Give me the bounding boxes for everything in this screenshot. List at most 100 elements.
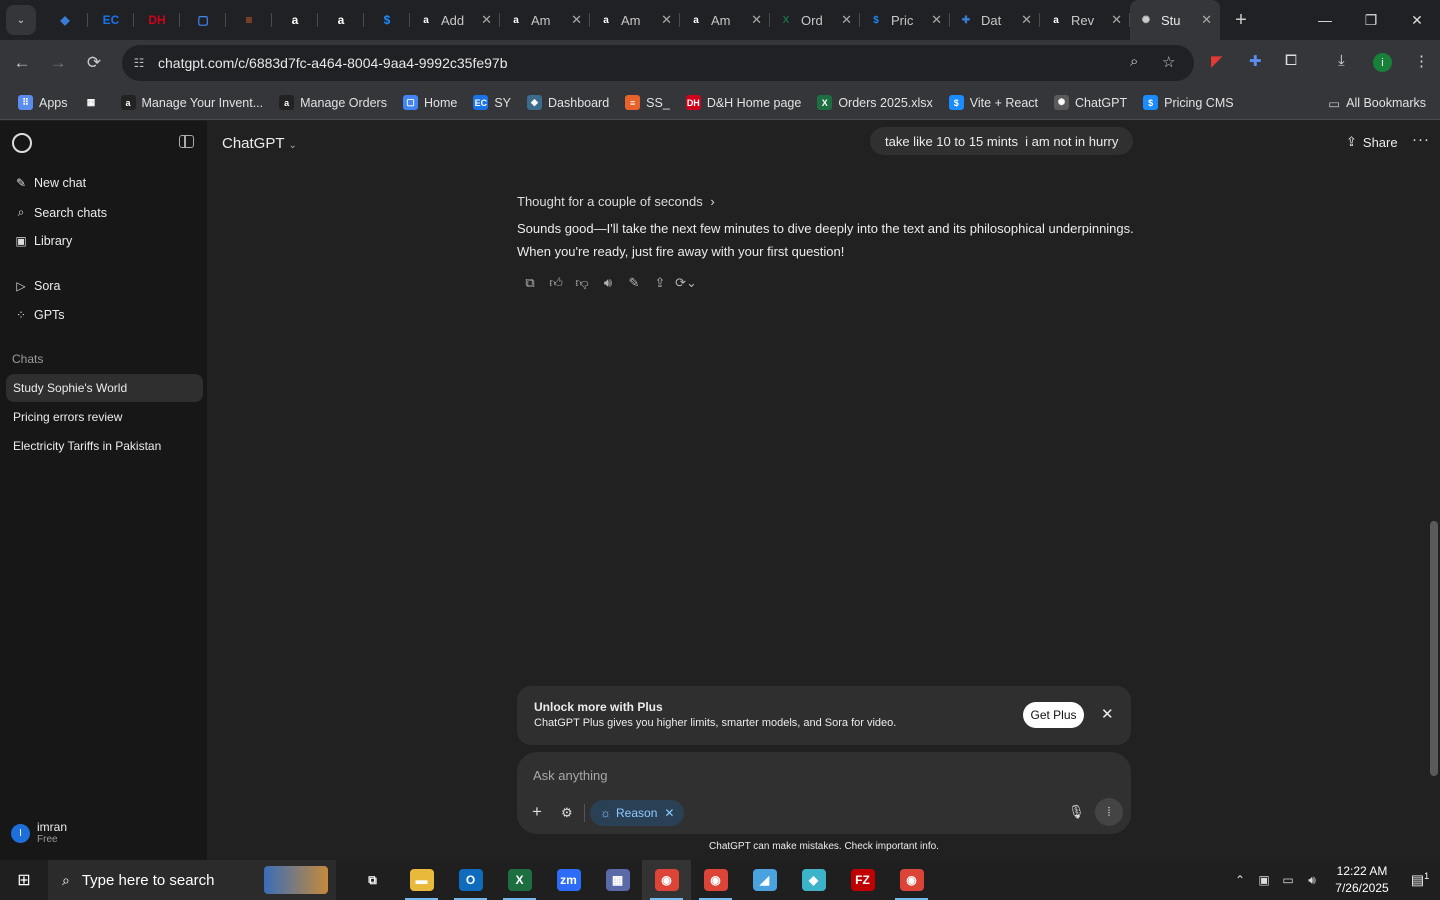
clock[interactable]: 12:22 AM 7/26/2025 (1324, 863, 1400, 897)
url-text[interactable]: chatgpt.com/c/6883d7fc-a464-8004-9aa4-99… (158, 55, 507, 71)
browser-tab[interactable]: $ Pric ✕ (860, 0, 950, 40)
share-button[interactable]: ⇪ Share (1346, 134, 1398, 150)
close-tab-icon[interactable]: ✕ (931, 12, 942, 28)
forward-arrow-icon[interactable]: → (40, 53, 76, 73)
reason-chip[interactable]: ☼ Reason ✕ (590, 800, 685, 826)
browser-tab[interactable]: a Add ✕ (410, 0, 500, 40)
thought-summary[interactable]: Thought for a couple of seconds › (517, 194, 715, 209)
browser-tab[interactable]: ✺ Stu ✕ (1130, 0, 1220, 40)
taskbar-app[interactable]: O (446, 860, 495, 900)
prompt-input[interactable] (533, 764, 1073, 786)
regenerate-icon[interactable]: ⟳⌄ (673, 275, 699, 291)
bookmark-item[interactable]: $ Pricing CMS (1143, 95, 1234, 110)
scrollbar-thumb[interactable] (1430, 521, 1438, 776)
address-bar[interactable]: ☷ chatgpt.com/c/6883d7fc-a464-8004-9aa4-… (122, 45, 1194, 81)
pinned-tab[interactable]: a (272, 0, 318, 40)
attach-plus-icon[interactable]: + (532, 802, 542, 822)
taskbar-app[interactable]: ▦ (593, 860, 642, 900)
browser-tab[interactable]: a Am ✕ (500, 0, 590, 40)
thumbs-up-icon[interactable]: 👍︎ (543, 275, 569, 291)
close-tab-icon[interactable]: ✕ (1021, 12, 1032, 28)
back-arrow-icon[interactable]: ← (4, 53, 40, 73)
profile-avatar[interactable]: i (1373, 53, 1392, 72)
close-icon[interactable]: ✕ (1101, 705, 1114, 723)
taskbar-app[interactable]: ◉ (887, 860, 936, 900)
network-icon[interactable]: ▭ (1276, 873, 1300, 887)
taskbar-app[interactable]: ◢ (740, 860, 789, 900)
tab-search-chevron-icon[interactable]: ⌄ (6, 5, 36, 35)
pinned-tab[interactable]: ▢ (180, 0, 226, 40)
close-tab-icon[interactable]: ✕ (571, 12, 582, 28)
restore-icon[interactable]: ❐ (1348, 0, 1394, 40)
user-menu[interactable]: I imran Free (11, 821, 67, 845)
minimize-icon[interactable]: — (1302, 0, 1348, 40)
taskbar-app[interactable]: ◉ (642, 860, 691, 900)
taskbar-app[interactable]: FZ (838, 860, 887, 900)
bookmark-item[interactable]: ▢ Home (402, 95, 457, 110)
chat-history-item[interactable]: Electricity Tariffs in Pakistan (6, 432, 203, 460)
browser-tab[interactable]: ✚ Dat ✕ (950, 0, 1040, 40)
chat-history-item[interactable]: Study Sophie's World (6, 374, 203, 402)
bookmark-item[interactable]: ⠿ Apps (18, 95, 68, 110)
volume-icon[interactable]: 🔊︎ (1300, 873, 1324, 888)
all-bookmarks[interactable]: ▭ All Bookmarks (1328, 86, 1426, 120)
browser-menu-icon[interactable]: ⋮ (1414, 52, 1429, 70)
read-aloud-icon[interactable]: 🔊︎ (595, 275, 621, 291)
bookmark-item[interactable]: ✺ ChatGPT (1054, 95, 1127, 110)
extension-blue-icon[interactable]: ✚ (1249, 52, 1262, 70)
model-selector[interactable]: ChatGPT ⌄ (222, 135, 297, 152)
bookmark-item[interactable]: ▦ (83, 95, 105, 110)
sidebar-item-sora[interactable]: ▷ Sora (14, 279, 60, 293)
voice-mode-icon[interactable]: ⦙ (1095, 798, 1123, 826)
close-tab-icon[interactable]: ✕ (1201, 12, 1212, 28)
bookmark-star-icon[interactable]: ☆ (1162, 53, 1175, 71)
extension-red-icon[interactable]: ◤ (1211, 52, 1223, 70)
taskbar-app[interactable]: ⧉ (348, 860, 397, 900)
sidebar-item-new-chat[interactable]: ✎ New chat (14, 176, 86, 190)
close-window-icon[interactable]: ✕ (1394, 0, 1440, 40)
close-tab-icon[interactable]: ✕ (751, 12, 762, 28)
sidebar-item-search-chats[interactable]: ⌕ Search chats (14, 205, 107, 220)
new-tab-plus-icon[interactable]: + (1226, 9, 1256, 32)
security-icon[interactable]: ▣ (1252, 873, 1276, 887)
sidebar-item-gpts[interactable]: ⁘ GPTs (14, 308, 65, 322)
bookmark-item[interactable]: X Orders 2025.xlsx (817, 95, 933, 110)
site-info-icon[interactable]: ☷ (124, 56, 154, 70)
close-tab-icon[interactable]: ✕ (481, 12, 492, 28)
show-hidden-icons-icon[interactable]: ⌃ (1228, 873, 1252, 887)
zoom-magnifier-icon[interactable]: ⌕ (1130, 53, 1138, 70)
pinned-tab[interactable]: $ (364, 0, 410, 40)
taskbar-app[interactable]: ◆ (789, 860, 838, 900)
windows-start-icon[interactable]: ⊞ (0, 860, 48, 900)
edit-canvas-icon[interactable]: ✎ (621, 275, 647, 291)
share-icon[interactable]: ⇪ (647, 275, 673, 291)
reload-icon[interactable]: ⟳ (76, 53, 112, 73)
close-tab-icon[interactable]: ✕ (661, 12, 672, 28)
browser-tab[interactable]: a Am ✕ (680, 0, 770, 40)
extensions-puzzle-icon[interactable]: ⧠ (1285, 52, 1297, 69)
taskbar-app[interactable]: X (495, 860, 544, 900)
close-tab-icon[interactable]: ✕ (841, 12, 852, 28)
bookmark-item[interactable]: ◆ Dashboard (527, 95, 609, 110)
close-sidebar-icon[interactable] (179, 135, 194, 148)
remove-chip-icon[interactable]: ✕ (664, 806, 674, 820)
taskbar-search[interactable]: ⌕ Type here to search (48, 860, 336, 900)
chat-history-item[interactable]: Pricing errors review (6, 403, 203, 431)
bookmark-item[interactable]: a Manage Orders (279, 95, 387, 110)
pinned-tab[interactable]: ≡ (226, 0, 272, 40)
more-options-icon[interactable]: ··· (1412, 131, 1430, 148)
taskbar-app[interactable]: ◉ (691, 860, 740, 900)
pinned-tab[interactable]: EC (88, 0, 134, 40)
browser-tab[interactable]: X Ord ✕ (770, 0, 860, 40)
bookmark-item[interactable]: DH D&H Home page (685, 95, 801, 110)
bookmark-item[interactable]: EC SY (473, 95, 511, 110)
tools-icon[interactable]: ⚙ (561, 805, 573, 821)
download-icon[interactable]: ⤓ (1338, 52, 1345, 69)
thumbs-down-icon[interactable]: 👎︎ (569, 275, 595, 291)
get-plus-button[interactable]: Get Plus (1023, 702, 1084, 728)
pinned-tab[interactable]: a (318, 0, 364, 40)
microphone-icon[interactable]: 🎙︎ (1068, 804, 1085, 820)
openai-logo-icon[interactable] (12, 133, 32, 153)
bookmark-item[interactable]: ≡ SS_ (625, 95, 670, 110)
taskbar-app[interactable]: ▬ (397, 860, 446, 900)
